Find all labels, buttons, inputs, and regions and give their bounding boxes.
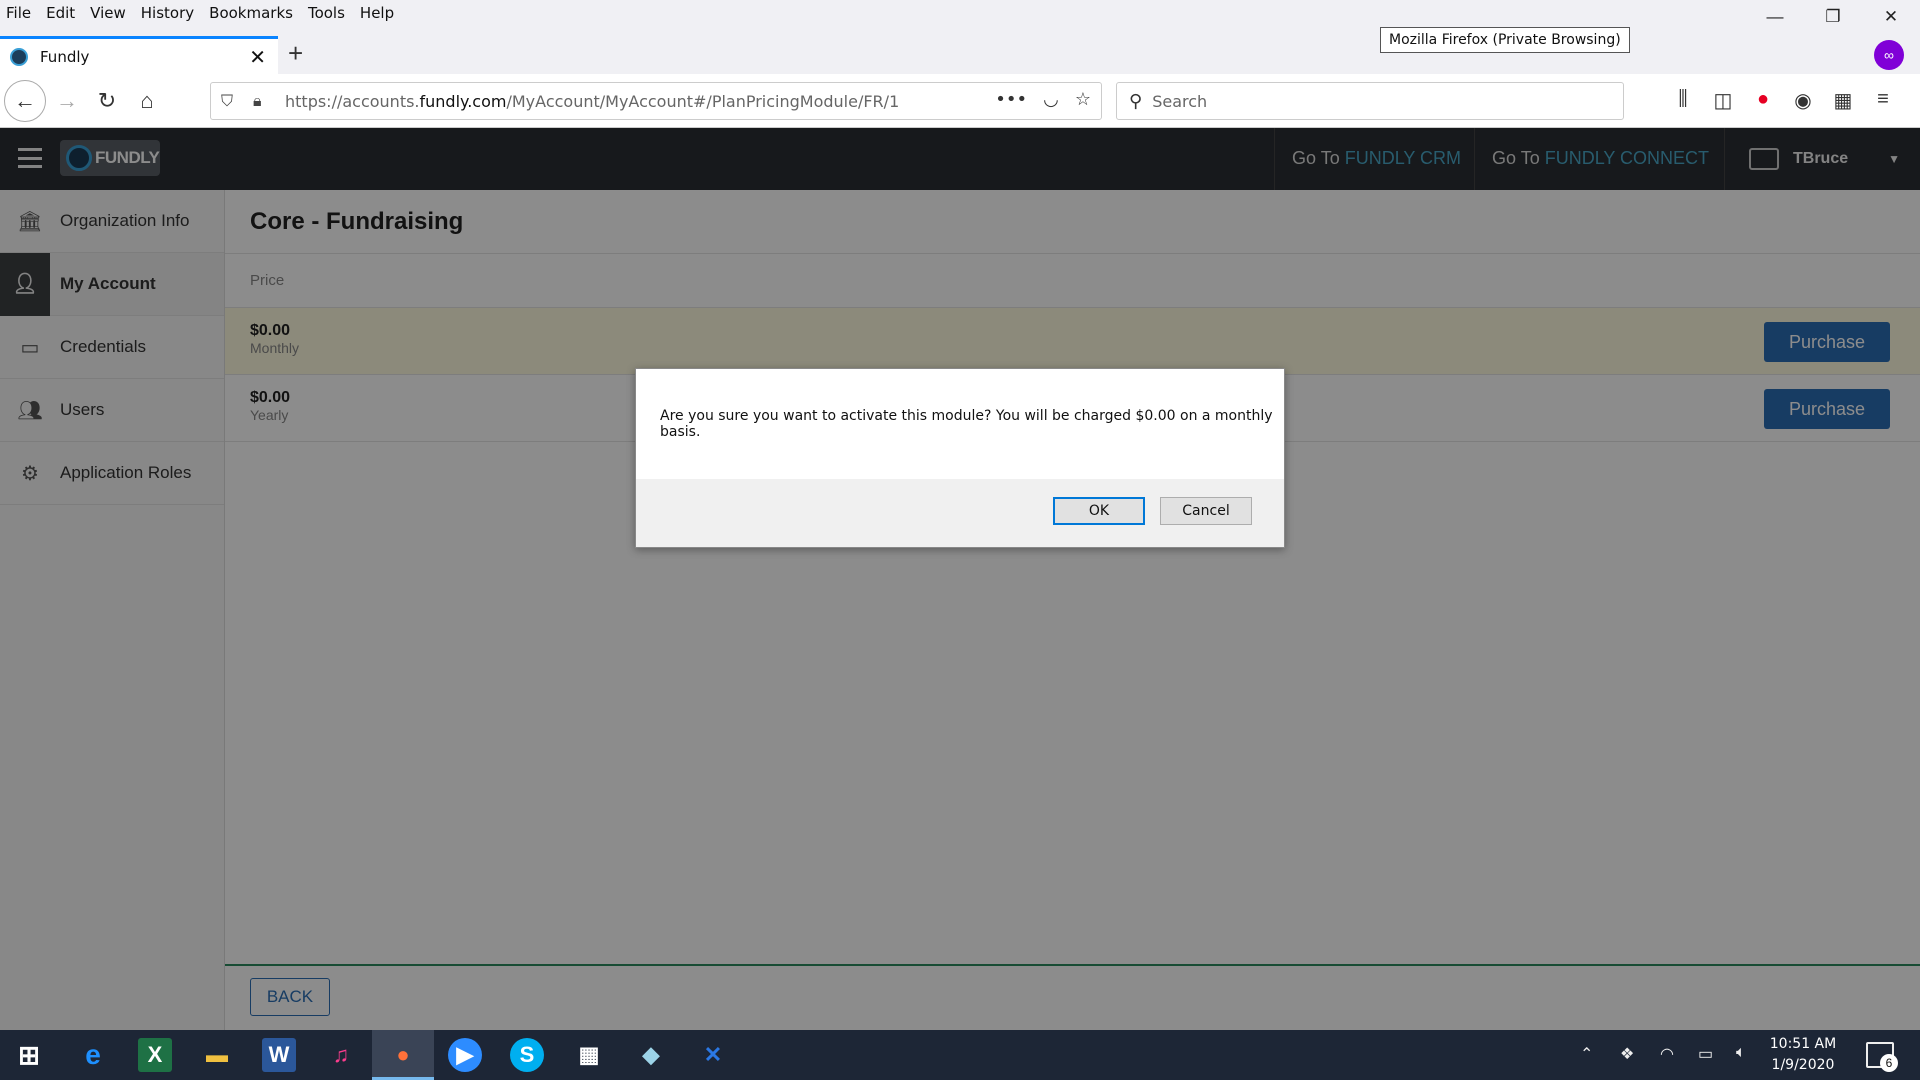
bookmark-star-icon[interactable]: ☆ xyxy=(1075,89,1091,110)
search-placeholder: Search xyxy=(1152,91,1208,111)
menu-bar: File Edit View History Bookmarks Tools H… xyxy=(0,0,1920,26)
skype-icon[interactable]: S xyxy=(510,1038,544,1072)
window-controls: — ❐ ✕ xyxy=(1746,0,1920,34)
taskbar: ⊞ e X ▬ W ♫ ● ▶ S ▦ ◆ ✕ ⌃ ❖ ◠ ▭ 🔈︎ 10:51… xyxy=(0,1030,1920,1080)
modal-overlay xyxy=(0,128,1920,1030)
url-bar[interactable]: ⛉ 🔒︎ https://accounts.fundly.com/MyAccou… xyxy=(210,82,1102,120)
pocket-icon[interactable]: ◡ xyxy=(1043,89,1059,110)
search-input[interactable]: ⚲ Search xyxy=(1116,82,1624,120)
system-clock[interactable]: 10:51 AM 1/9/2020 xyxy=(1760,1034,1846,1076)
private-browsing-icon: ∞ xyxy=(1874,40,1904,70)
minimize-button[interactable]: — xyxy=(1746,0,1804,34)
cancel-button[interactable]: Cancel xyxy=(1160,497,1252,525)
lock-icon[interactable]: 🔒︎ xyxy=(253,91,271,111)
menu-tools[interactable]: Tools xyxy=(308,4,345,22)
menu-history[interactable]: History xyxy=(141,4,194,22)
url-text[interactable]: https://accounts.fundly.com/MyAccount/My… xyxy=(285,92,899,111)
windows-start-icon[interactable]: ⊞ xyxy=(12,1038,46,1072)
ok-button[interactable]: OK xyxy=(1053,497,1145,525)
show-hidden-icons-icon[interactable]: ⌃ xyxy=(1580,1044,1593,1064)
tab-fundly[interactable]: Fundly ✕ xyxy=(0,36,278,74)
clock-date: 1/9/2020 xyxy=(1771,1057,1835,1073)
dropbox-icon[interactable]: ❖ xyxy=(1620,1044,1634,1064)
navigation-bar: ← → ↻ ⌂ ⛉ 🔒︎ https://accounts.fundly.com… xyxy=(0,74,1920,128)
file-explorer-icon[interactable]: ▬ xyxy=(200,1038,234,1072)
library-icon[interactable]: ⫼ xyxy=(1670,88,1696,113)
menu-file[interactable]: File xyxy=(6,4,31,22)
page-actions-icon[interactable]: ••• xyxy=(995,89,1027,110)
tab-bar: Fundly ✕ + ∞ xyxy=(0,26,1920,74)
sidebar-toggle-icon[interactable]: ◫ xyxy=(1710,88,1736,113)
extensions-icon[interactable]: ▦ xyxy=(1830,88,1856,113)
zoom-icon[interactable]: ▶ xyxy=(448,1038,482,1072)
close-tab-icon[interactable]: ✕ xyxy=(249,45,266,69)
menu-edit[interactable]: Edit xyxy=(46,4,75,22)
account-icon[interactable]: ◉ xyxy=(1790,88,1816,113)
back-arrow-icon[interactable]: ← xyxy=(4,80,46,122)
fundly-favicon-icon xyxy=(10,47,28,66)
excel-icon[interactable]: X xyxy=(138,1038,172,1072)
edge-icon[interactable]: e xyxy=(76,1038,110,1072)
itunes-icon[interactable]: ♫ xyxy=(324,1038,358,1072)
clock-time: 10:51 AM xyxy=(1769,1036,1837,1052)
battery-icon[interactable]: ▭ xyxy=(1698,1044,1713,1064)
volume-icon[interactable]: 🔈︎ xyxy=(1736,1044,1746,1062)
calculator-icon[interactable]: ▦ xyxy=(572,1038,606,1072)
menu-view[interactable]: View xyxy=(90,4,126,22)
reload-icon[interactable]: ↻ xyxy=(90,84,124,118)
browser-tooltip: Mozilla Firefox (Private Browsing) xyxy=(1380,27,1630,53)
word-icon[interactable]: W xyxy=(262,1038,296,1072)
notification-count-badge: 6 xyxy=(1880,1054,1898,1072)
menu-bookmarks[interactable]: Bookmarks xyxy=(209,4,293,22)
notes-app-icon[interactable]: ◆ xyxy=(634,1038,668,1072)
dialog-message: Are you sure you want to activate this m… xyxy=(660,408,1273,440)
menu-help[interactable]: Help xyxy=(360,4,394,22)
confirm-dialog: Are you sure you want to activate this m… xyxy=(635,368,1285,548)
dialog-button-row: OK Cancel xyxy=(636,479,1284,547)
new-tab-button[interactable]: + xyxy=(288,38,303,69)
wifi-icon[interactable]: ◠ xyxy=(1660,1044,1674,1064)
search-icon: ⚲ xyxy=(1129,90,1143,112)
close-window-button[interactable]: ✕ xyxy=(1862,0,1920,34)
pinterest-icon[interactable]: ● xyxy=(1750,88,1776,113)
home-icon[interactable]: ⌂ xyxy=(130,84,164,118)
people-app-icon[interactable]: ✕ xyxy=(696,1038,730,1072)
tab-title: Fundly xyxy=(40,47,90,66)
app-menu-icon[interactable]: ≡ xyxy=(1870,88,1896,113)
firefox-icon[interactable]: ● xyxy=(386,1038,420,1072)
tracking-shield-icon[interactable]: ⛉ xyxy=(221,91,239,111)
forward-arrow-icon[interactable]: → xyxy=(50,84,84,118)
restore-button[interactable]: ❐ xyxy=(1804,0,1862,34)
